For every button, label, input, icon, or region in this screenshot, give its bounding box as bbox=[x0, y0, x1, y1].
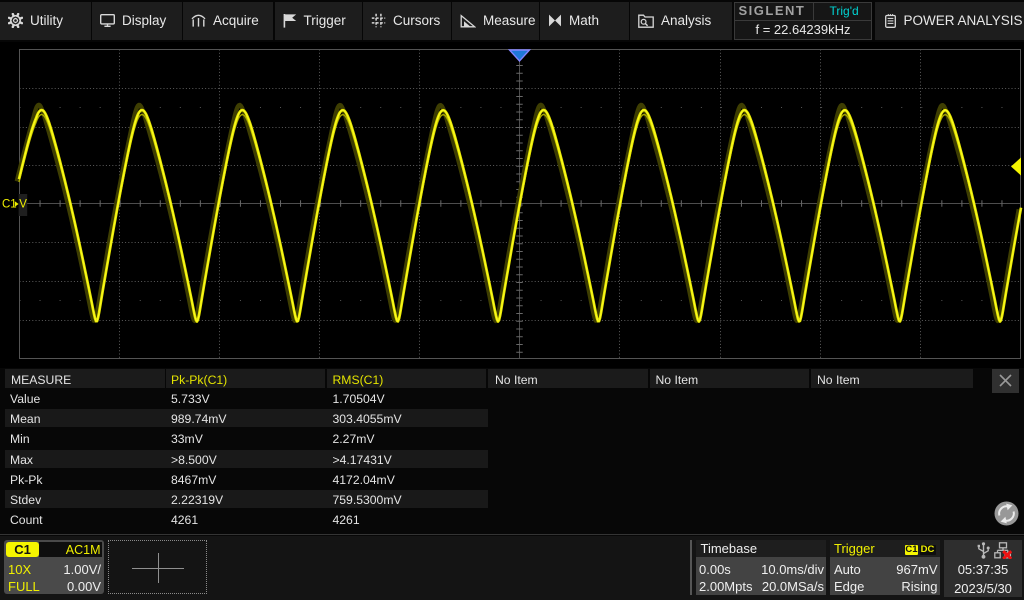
svg-text:V: V bbox=[19, 199, 27, 211]
svg-text:C1: C1 bbox=[2, 199, 17, 211]
